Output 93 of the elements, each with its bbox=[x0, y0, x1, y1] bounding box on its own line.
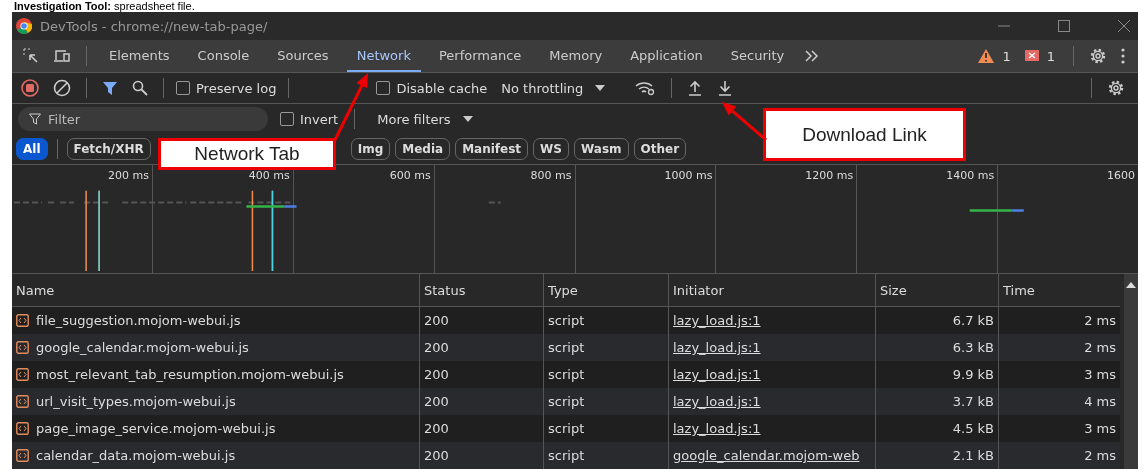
type-filter-chip[interactable]: Other bbox=[633, 138, 687, 160]
warning-icon bbox=[978, 49, 995, 63]
script-file-icon bbox=[16, 314, 29, 327]
column-header[interactable]: Initiator bbox=[669, 274, 876, 306]
record-icon[interactable] bbox=[21, 79, 39, 97]
scroll-up-icon[interactable] bbox=[1126, 282, 1136, 288]
request-name[interactable]: url_visit_types.mojom-webui.js bbox=[36, 394, 236, 409]
scrollbar[interactable] bbox=[1124, 274, 1138, 469]
browser-logo-icon bbox=[16, 18, 32, 34]
panel-tab[interactable]: Elements bbox=[99, 40, 180, 72]
caption-text: Investigation Tool: spreadsheet file. bbox=[13, 0, 196, 12]
initiator-link[interactable]: lazy_load.js:1 bbox=[673, 313, 761, 328]
column-header[interactable]: Name bbox=[12, 274, 420, 306]
request-name[interactable]: google_calendar.mojom-webui.js bbox=[36, 340, 249, 355]
disable-cache-checkbox[interactable]: Disable cache bbox=[376, 80, 488, 96]
request-name[interactable]: calendar_data.mojom-webui.js bbox=[36, 448, 236, 463]
type-filter-chip[interactable]: All bbox=[16, 138, 48, 160]
column-header[interactable]: Status bbox=[420, 274, 544, 306]
filter-icon[interactable] bbox=[102, 80, 118, 96]
script-file-icon bbox=[16, 395, 29, 408]
timeline-tick-label: 1600 bbox=[1107, 169, 1135, 182]
timeline-tick-label: 800 ms bbox=[530, 169, 572, 182]
column-header[interactable]: Size bbox=[876, 274, 999, 306]
size-cell: 2.1 kB bbox=[876, 442, 999, 469]
caret-icon bbox=[595, 85, 606, 91]
invert-checkbox[interactable]: Invert bbox=[280, 111, 339, 127]
timeline-tick-label: 1000 ms bbox=[664, 169, 713, 182]
type-filter-chip[interactable]: WS bbox=[533, 138, 569, 160]
request-name[interactable]: page_image_service.mojom-webui.js bbox=[36, 421, 276, 436]
network-conditions-icon[interactable] bbox=[634, 80, 657, 96]
timeline-tick-label: 1200 ms bbox=[805, 169, 854, 182]
clear-icon[interactable] bbox=[53, 79, 71, 97]
panel-tab[interactable]: Application bbox=[620, 40, 713, 72]
column-header[interactable]: Time bbox=[999, 274, 1120, 306]
callout-arrow bbox=[722, 102, 767, 142]
device-toolbar-icon[interactable] bbox=[53, 48, 71, 64]
inspect-element-icon[interactable] bbox=[23, 48, 39, 64]
request-name[interactable]: most_relevant_tab_resumption.mojom-webui.js bbox=[36, 367, 344, 382]
panel-tab[interactable]: Memory bbox=[539, 40, 613, 72]
time-cell-text: 3 ms bbox=[1083, 366, 1117, 384]
filter-field[interactable]: Filter bbox=[18, 107, 268, 131]
search-icon[interactable] bbox=[132, 80, 148, 96]
error-count: 1 bbox=[1046, 48, 1055, 64]
window-title: DevTools - chrome://new-tab-page/ bbox=[40, 18, 268, 34]
script-file-icon bbox=[16, 449, 29, 462]
panel-tab[interactable]: Security bbox=[720, 40, 795, 72]
type-filter-chip[interactable]: Manifest bbox=[455, 138, 529, 160]
column-header[interactable]: Type bbox=[544, 274, 669, 306]
initiator-link[interactable]: lazy_load.js:1 bbox=[673, 367, 761, 382]
error-icon bbox=[1024, 50, 1039, 62]
time-cell-text: 3 ms bbox=[1083, 420, 1117, 438]
maximize-icon[interactable] bbox=[1058, 20, 1070, 32]
script-file-icon bbox=[16, 422, 29, 435]
type-filter-chip[interactable]: Wasm bbox=[573, 138, 629, 160]
initiator-link[interactable]: lazy_load.js:1 bbox=[673, 394, 761, 409]
initiator-link[interactable]: google_calendar.mojom-web bbox=[673, 448, 860, 463]
script-file-icon bbox=[16, 368, 29, 381]
caret-icon bbox=[462, 116, 473, 122]
panel-tab[interactable]: Sources bbox=[267, 40, 339, 72]
request-name[interactable]: file_suggestion.mojom-webui.js bbox=[36, 313, 241, 328]
time-cell-text: 2 ms bbox=[1083, 447, 1117, 465]
initiator-link[interactable]: lazy_load.js:1 bbox=[673, 340, 761, 355]
script-file-icon bbox=[16, 341, 29, 354]
settings-icon[interactable] bbox=[1089, 47, 1107, 65]
time-cell-text: 4 ms bbox=[1083, 393, 1117, 411]
timeline-tick-label: 200 ms bbox=[107, 169, 149, 182]
download-icon[interactable] bbox=[717, 80, 734, 96]
time-cell-text: 2 ms bbox=[1083, 312, 1117, 330]
warning-count: 1 bbox=[1002, 48, 1011, 64]
panel-tab[interactable]: Network bbox=[346, 40, 421, 72]
settings-icon[interactable] bbox=[1107, 79, 1125, 97]
filter-icon bbox=[29, 113, 41, 125]
type-filter-chip[interactable]: Media bbox=[395, 138, 451, 160]
upload-icon[interactable] bbox=[687, 80, 704, 96]
close-icon[interactable] bbox=[1118, 20, 1130, 32]
timeline-tick-label: 1400 ms bbox=[946, 169, 995, 182]
time-cell-text: 2 ms bbox=[1083, 339, 1117, 357]
type-filter-chip[interactable]: Fetch/XHR bbox=[66, 138, 151, 160]
preserve-log-checkbox[interactable]: Preserve log bbox=[176, 80, 277, 96]
more-filters-dropdown[interactable]: More filters bbox=[371, 110, 479, 128]
callout-label: Network Tab bbox=[158, 138, 336, 170]
status-cell: 200 bbox=[420, 442, 544, 469]
initiator-link[interactable]: lazy_load.js:1 bbox=[673, 421, 761, 436]
timeline-tick-label: 600 ms bbox=[389, 169, 431, 182]
throttling-dropdown[interactable]: No throttling bbox=[495, 79, 612, 97]
type-cell: script bbox=[544, 442, 669, 469]
panel-tab[interactable]: Console bbox=[187, 40, 260, 72]
callout-label: Download Link bbox=[763, 108, 966, 161]
timeline-tick-label: 400 ms bbox=[248, 169, 290, 182]
more-tabs-icon[interactable] bbox=[805, 50, 820, 62]
kebab-menu-icon[interactable] bbox=[1121, 48, 1125, 64]
type-filter-chip[interactable]: Img bbox=[350, 138, 391, 160]
panel-tab[interactable]: Performance bbox=[428, 40, 532, 72]
